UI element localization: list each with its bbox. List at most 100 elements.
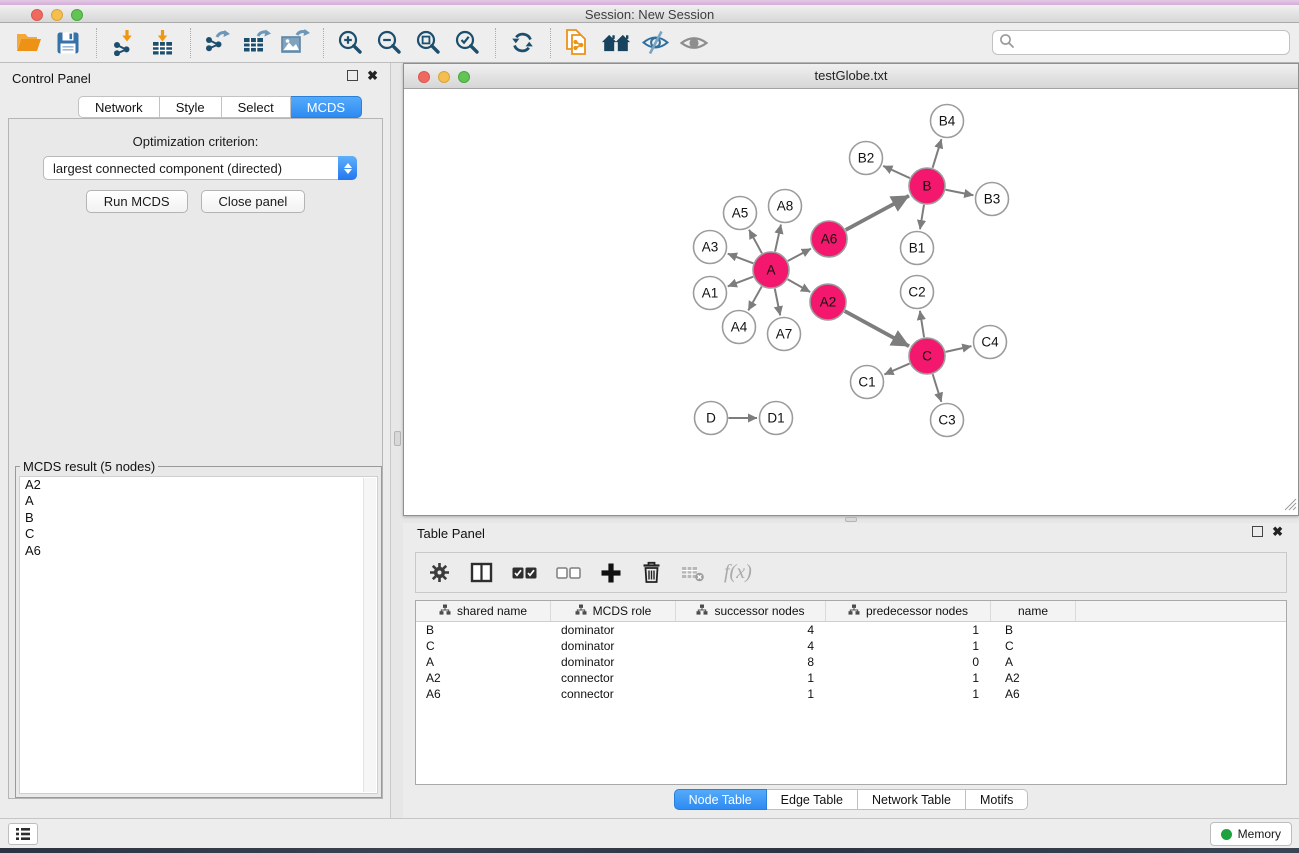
- settings-gear-icon[interactable]: [428, 559, 451, 587]
- node-B[interactable]: B: [909, 168, 945, 204]
- edge-A-A4[interactable]: [748, 287, 761, 311]
- select-all-checks-icon[interactable]: [512, 559, 537, 587]
- column-layout-icon[interactable]: [470, 559, 493, 587]
- edge-C-C3[interactable]: [933, 374, 942, 402]
- cell-predecessor-nodes[interactable]: 1: [826, 639, 991, 653]
- edge-A6-B[interactable]: [846, 196, 909, 230]
- export-table-icon[interactable]: [241, 28, 271, 58]
- tab-style[interactable]: Style: [160, 96, 222, 118]
- result-item[interactable]: C: [20, 526, 377, 542]
- cell-successor-nodes[interactable]: 1: [676, 687, 826, 701]
- cell-shared-name[interactable]: C: [416, 639, 551, 653]
- function-builder-icon[interactable]: f(x): [724, 559, 752, 587]
- cell-shared-name[interactable]: A2: [416, 671, 551, 685]
- table-row[interactable]: Bdominator41B: [416, 622, 1286, 638]
- table-row[interactable]: Cdominator41C: [416, 638, 1286, 654]
- import-table-icon[interactable]: [147, 28, 177, 58]
- edge-C-C4[interactable]: [946, 346, 972, 352]
- open-session-icon[interactable]: [14, 28, 44, 58]
- tab-edge-table[interactable]: Edge Table: [767, 789, 858, 810]
- mcds-result-list[interactable]: A2ABCA6: [19, 476, 378, 794]
- result-item[interactable]: A6: [20, 543, 377, 559]
- edge-A-A7[interactable]: [775, 289, 780, 316]
- network-canvas[interactable]: B4B2BB3A5A8A6B1A3AC2A1A2A4A7C4CC1C3DD1: [404, 89, 1298, 515]
- run-mcds-button[interactable]: Run MCDS: [86, 190, 188, 213]
- cell-name[interactable]: A6: [991, 687, 1076, 701]
- column-header-predecessor-nodes[interactable]: predecessor nodes: [826, 601, 991, 621]
- zoom-in-icon[interactable]: [335, 28, 365, 58]
- cell-shared-name[interactable]: B: [416, 623, 551, 637]
- cell-predecessor-nodes[interactable]: 1: [826, 671, 991, 685]
- cell-name[interactable]: A2: [991, 671, 1076, 685]
- export-network-icon[interactable]: [202, 28, 232, 58]
- edge-B-B4[interactable]: [933, 139, 942, 168]
- tab-select[interactable]: Select: [222, 96, 291, 118]
- edge-B-B3[interactable]: [946, 190, 974, 196]
- column-header-MCDS-role[interactable]: MCDS role: [551, 601, 676, 621]
- network-graph[interactable]: B4B2BB3A5A8A6B1A3AC2A1A2A4A7C4CC1C3DD1: [404, 89, 1298, 515]
- cell-MCDS-role[interactable]: dominator: [551, 639, 676, 653]
- cell-successor-nodes[interactable]: 4: [676, 639, 826, 653]
- result-item[interactable]: A2: [20, 477, 377, 493]
- cell-predecessor-nodes[interactable]: 1: [826, 687, 991, 701]
- cell-MCDS-role[interactable]: connector: [551, 671, 676, 685]
- node-A4[interactable]: A4: [723, 311, 756, 344]
- memory-button[interactable]: Memory: [1210, 822, 1292, 846]
- column-header-shared-name[interactable]: shared name: [416, 601, 551, 621]
- node-A8[interactable]: A8: [769, 190, 802, 223]
- export-image-icon[interactable]: [280, 28, 310, 58]
- cell-name[interactable]: B: [991, 623, 1076, 637]
- cell-shared-name[interactable]: A: [416, 655, 551, 669]
- node-C[interactable]: C: [909, 338, 945, 374]
- zoom-selected-icon[interactable]: [452, 28, 482, 58]
- node-A7[interactable]: A7: [768, 318, 801, 351]
- edge-A-A2[interactable]: [788, 279, 811, 292]
- close-panel-icon[interactable]: ✖: [367, 70, 378, 81]
- delete-column-icon[interactable]: [641, 559, 662, 587]
- cell-name[interactable]: A: [991, 655, 1076, 669]
- node-C2[interactable]: C2: [901, 276, 934, 309]
- horizontal-split-handle[interactable]: [845, 517, 857, 522]
- edge-B-B1[interactable]: [920, 205, 924, 229]
- edge-A-A1[interactable]: [728, 277, 753, 287]
- node-B4[interactable]: B4: [931, 105, 964, 138]
- tab-node-table[interactable]: Node Table: [674, 789, 767, 810]
- search-field[interactable]: [992, 30, 1290, 55]
- table-row[interactable]: A2connector11A2: [416, 670, 1286, 686]
- edge-A-A8[interactable]: [775, 225, 781, 252]
- node-A2[interactable]: A2: [810, 284, 846, 320]
- edge-A-A5[interactable]: [749, 230, 762, 254]
- cell-MCDS-role[interactable]: dominator: [551, 655, 676, 669]
- node-A[interactable]: A: [753, 252, 789, 288]
- clear-checks-icon[interactable]: [556, 559, 581, 587]
- delete-table-icon[interactable]: [681, 559, 705, 587]
- cell-predecessor-nodes[interactable]: 0: [826, 655, 991, 669]
- hide-eye-icon[interactable]: [640, 28, 670, 58]
- result-item[interactable]: A: [20, 493, 377, 509]
- clone-network-icon[interactable]: [562, 28, 592, 58]
- node-B3[interactable]: B3: [976, 183, 1009, 216]
- edge-A-A3[interactable]: [728, 254, 753, 264]
- zoom-fit-icon[interactable]: [413, 28, 443, 58]
- cell-MCDS-role[interactable]: dominator: [551, 623, 676, 637]
- cell-predecessor-nodes[interactable]: 1: [826, 623, 991, 637]
- node-A1[interactable]: A1: [694, 277, 727, 310]
- tab-network[interactable]: Network: [78, 96, 160, 118]
- cell-successor-nodes[interactable]: 8: [676, 655, 826, 669]
- node-B1[interactable]: B1: [901, 232, 934, 265]
- cell-successor-nodes[interactable]: 1: [676, 671, 826, 685]
- float-table-panel-icon[interactable]: [1252, 526, 1263, 537]
- table-row[interactable]: Adominator80A: [416, 654, 1286, 670]
- edge-B-B2[interactable]: [883, 166, 909, 178]
- edge-C-C2[interactable]: [920, 311, 924, 337]
- task-history-button[interactable]: [8, 823, 38, 845]
- close-panel-button[interactable]: Close panel: [201, 190, 306, 213]
- close-table-panel-icon[interactable]: ✖: [1272, 526, 1283, 537]
- cell-successor-nodes[interactable]: 4: [676, 623, 826, 637]
- network-window-titlebar[interactable]: testGlobe.txt: [404, 64, 1298, 89]
- float-panel-icon[interactable]: [347, 70, 358, 81]
- node-C4[interactable]: C4: [974, 326, 1007, 359]
- save-session-icon[interactable]: [53, 28, 83, 58]
- node-A6[interactable]: A6: [811, 221, 847, 257]
- edge-A2-C[interactable]: [845, 311, 909, 346]
